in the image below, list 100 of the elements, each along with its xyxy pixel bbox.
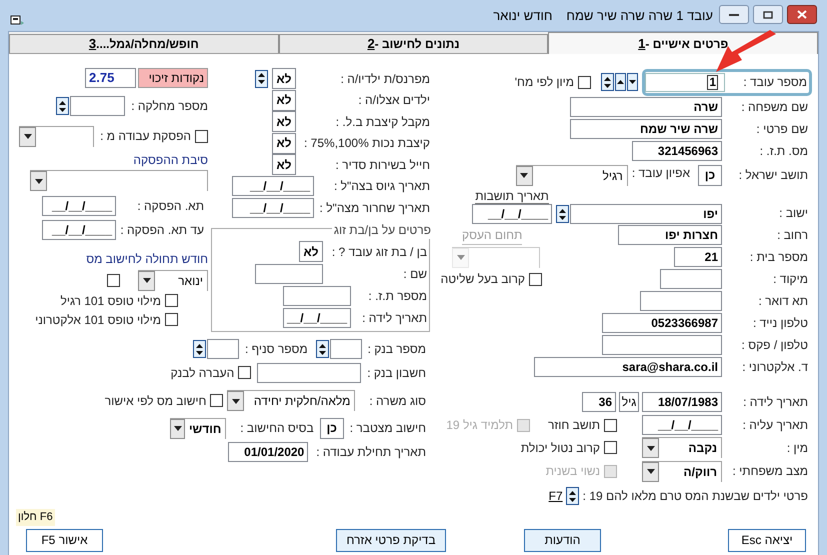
dropdown[interactable]: רווק/ה xyxy=(642,460,722,482)
dropdown[interactable]: נקבה xyxy=(642,437,722,458)
text-field[interactable]: 36 xyxy=(582,392,616,412)
toggle-field[interactable]: לא xyxy=(272,90,296,111)
text-field[interactable]: __/__/____ xyxy=(642,415,722,435)
toggle-field[interactable]: לא xyxy=(272,111,296,132)
up-down-arrows-icon xyxy=(568,490,576,502)
field-label: מספר מחלקה : xyxy=(130,98,208,115)
text-field[interactable]: שרה שיר שמח xyxy=(570,119,722,139)
action-button[interactable]: בדיקת פרטי אזרח xyxy=(336,528,446,552)
spin-button[interactable] xyxy=(316,340,329,358)
spin-button[interactable] xyxy=(566,487,579,505)
action-button[interactable]: אישור F5 xyxy=(26,528,103,552)
text-field[interactable]: 01/01/2020 xyxy=(228,442,308,462)
age-label: גיל xyxy=(619,392,639,412)
checkbox[interactable] xyxy=(210,394,224,407)
text-field[interactable]: __/__/____ xyxy=(283,308,351,328)
credit-points-value: 2.75 xyxy=(85,68,136,88)
field-label: שם משפחה : xyxy=(740,99,808,116)
text-field[interactable]: 21 xyxy=(674,247,722,267)
text-field[interactable]: חצרות יפו xyxy=(618,225,722,245)
field-label: ישוב : xyxy=(778,205,808,222)
text-field[interactable]: __/__/____ xyxy=(232,176,314,196)
checkbox[interactable] xyxy=(107,274,120,286)
text-field[interactable]: 1 xyxy=(645,72,725,92)
checkbox[interactable] xyxy=(165,313,178,326)
field-label: חודש תחולה לחישוב מס xyxy=(86,251,208,268)
hotkey-link[interactable]: F7 xyxy=(548,487,563,505)
down-button[interactable] xyxy=(627,73,638,91)
spin-button[interactable] xyxy=(56,97,69,115)
field-label: תאריך תחילת עבודה : xyxy=(316,444,426,460)
text-field[interactable]: __/__/____ xyxy=(42,220,116,240)
spin-button[interactable] xyxy=(255,70,268,88)
text-field[interactable]: sara@shara.co.il xyxy=(534,357,722,377)
field-label: שם : xyxy=(402,266,427,282)
spin-button[interactable] xyxy=(556,205,569,223)
field-label: תאריך עליה : xyxy=(742,417,808,434)
spin-button[interactable] xyxy=(192,340,206,358)
checkbox[interactable] xyxy=(604,418,617,432)
checkbox[interactable] xyxy=(578,76,591,88)
close-button[interactable] xyxy=(787,5,817,24)
dropdown[interactable] xyxy=(19,126,94,146)
field-label: סיבת ההפסקה xyxy=(133,152,208,169)
toggle-field[interactable]: לא xyxy=(272,154,296,176)
field-label: תאריך לידה : xyxy=(361,310,427,326)
text-field[interactable] xyxy=(330,339,362,359)
minimize-button[interactable] xyxy=(719,5,749,24)
checkbox-label: תלמיד גיל 19 xyxy=(446,417,514,434)
up-down-arrows-icon xyxy=(559,208,566,220)
text-field[interactable]: __/__/____ xyxy=(472,204,552,224)
field-label: מין : xyxy=(786,440,808,456)
text-field[interactable]: __/__/____ xyxy=(42,196,116,216)
field-label: מצב משפחתי : xyxy=(732,463,808,480)
text-field[interactable] xyxy=(257,362,362,382)
text-field[interactable] xyxy=(660,269,722,289)
toggle-field[interactable]: כן xyxy=(698,164,722,186)
dropdown[interactable]: חודשי xyxy=(170,418,226,438)
caret-icon xyxy=(142,278,150,283)
checkbox[interactable] xyxy=(238,366,252,379)
text-field[interactable]: שרה xyxy=(570,97,722,117)
text-field[interactable] xyxy=(602,335,722,355)
text-field[interactable] xyxy=(255,264,323,284)
action-button[interactable]: יציאה Esc xyxy=(728,528,806,552)
text-field[interactable] xyxy=(70,96,125,116)
toggle-field[interactable]: כן xyxy=(320,418,344,438)
checkbox[interactable] xyxy=(604,441,617,454)
text-field[interactable]: יפו xyxy=(570,204,722,224)
text-field[interactable] xyxy=(640,291,722,311)
up-arrow-icon xyxy=(617,80,624,84)
dropdown[interactable]: רגיל xyxy=(516,164,628,186)
dropdown[interactable] xyxy=(30,170,208,191)
text-field[interactable] xyxy=(206,339,239,359)
close-icon xyxy=(797,10,807,19)
up-down-arrows-icon xyxy=(318,344,326,354)
dropdown[interactable]: ינואר xyxy=(138,270,208,290)
text-field[interactable]: 321456963 xyxy=(632,141,722,161)
text-field[interactable]: 0523366987 xyxy=(602,313,722,333)
dropdown[interactable]: מלאה/חלקית יחידה xyxy=(227,390,356,411)
toggle-field[interactable]: לא xyxy=(272,68,296,90)
toggle-field[interactable]: לא xyxy=(299,241,323,262)
hint-text: F6 חלון xyxy=(16,509,55,526)
up-button[interactable] xyxy=(615,73,626,91)
field-label: מפרנס/ת ילדיו/ה : xyxy=(340,70,430,88)
text-field[interactable] xyxy=(283,286,351,306)
spin-button[interactable] xyxy=(601,73,614,91)
checkbox[interactable] xyxy=(165,294,178,307)
checkbox[interactable] xyxy=(195,130,208,142)
field-label: חייל בשירות סדיר : xyxy=(334,156,430,174)
field-label: תאריך לידה : xyxy=(742,394,808,411)
action-button[interactable]: הודעות xyxy=(524,528,601,552)
field-label: מספר בנק : xyxy=(368,341,426,358)
checkbox[interactable] xyxy=(529,272,542,286)
field-label: טלפון / פקס : xyxy=(740,337,808,354)
field-label: מספר ת.ז. : xyxy=(367,288,427,304)
text-field[interactable]: 18/07/1983 xyxy=(642,392,722,412)
down-arrow-icon xyxy=(629,80,636,84)
maximize-button[interactable] xyxy=(753,5,783,24)
app-icon xyxy=(10,14,24,26)
text-field[interactable]: __/__/____ xyxy=(232,198,314,218)
toggle-field[interactable]: לא xyxy=(272,132,296,154)
